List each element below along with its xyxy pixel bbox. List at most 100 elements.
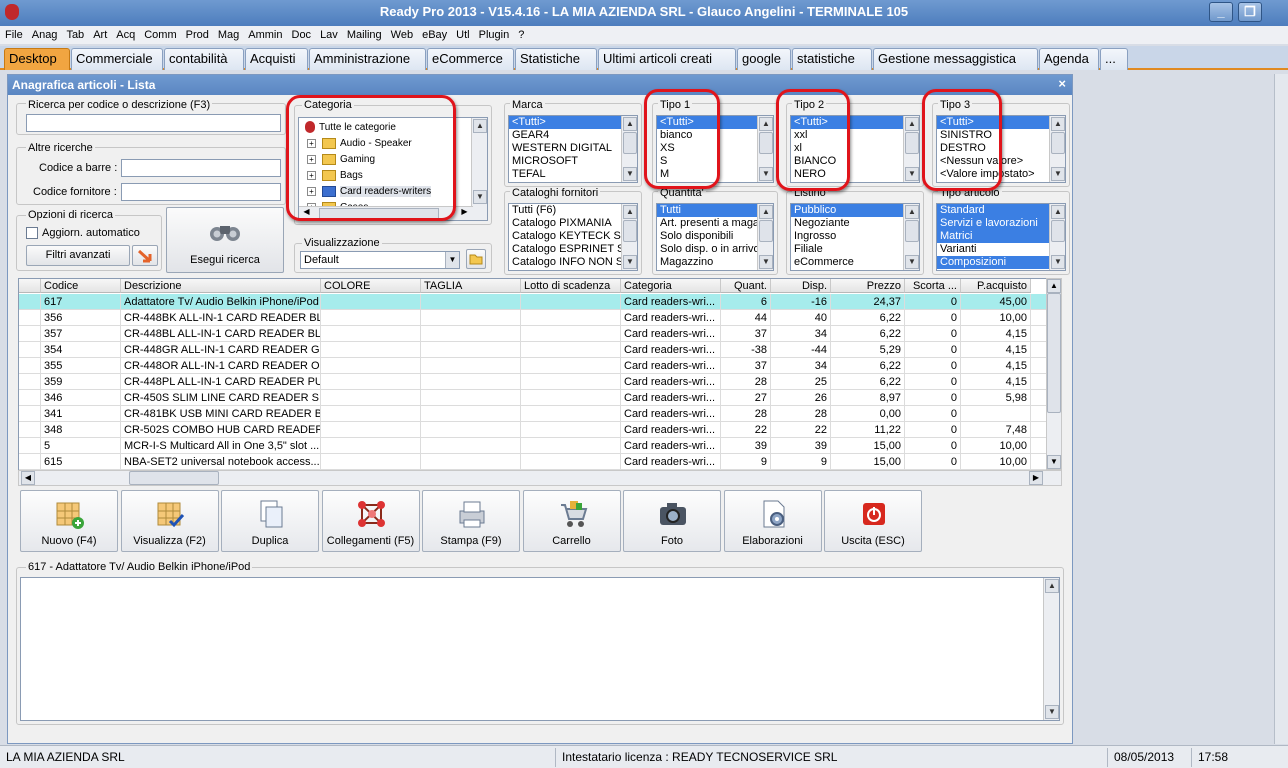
cataloghi-item[interactable]: Catalogo KEYTECK SRL [509,230,621,243]
table-cell[interactable]: 348 [41,422,121,438]
table-cell[interactable]: 6 [721,294,771,310]
table-cell[interactable]: 4,15 [961,342,1031,358]
table-cell[interactable]: Card readers-wri... [621,454,721,470]
table-cell[interactable]: 0 [905,294,961,310]
table-cell[interactable]: 6,22 [831,326,905,342]
scroll-up-icon[interactable]: ▲ [1045,579,1059,593]
tipo_articolo-item[interactable]: Standard [937,204,1049,217]
marca-item[interactable]: <Tutti> [509,116,621,129]
row-selector[interactable] [19,294,41,310]
menu-q[interactable]: ? [513,26,528,44]
tab-6[interactable]: Statistiche [515,48,597,70]
table-cell[interactable]: Card readers-wri... [621,438,721,454]
cataloghi-list[interactable]: Tutti (F6) Catalogo PIXMANIA Catalogo KEYT… [508,203,638,271]
cataloghi-item[interactable]: Catalogo INFO NON SC [509,256,621,269]
table-cell[interactable] [521,374,621,390]
scroll-up-icon[interactable]: ▲ [759,117,773,131]
table-cell[interactable]: 4,15 [961,358,1031,374]
table-cell[interactable]: 34 [771,326,831,342]
table-row[interactable]: 348 CR-502S COMBO HUB CARD READER ... Card… [19,422,1049,438]
menu-plugin[interactable]: Plugin [474,26,514,44]
table-cell[interactable]: 0 [905,326,961,342]
close-inner-window-button[interactable]: × [1058,76,1066,91]
table-cell[interactable] [521,390,621,406]
menu-lav[interactable]: Lav [315,26,342,44]
table-cell[interactable]: NBA-SET2 universal notebook access... [121,454,321,470]
table-cell[interactable]: 0 [905,310,961,326]
scroll-up-icon[interactable]: ▲ [759,205,773,219]
marca-item[interactable]: MICROSOFT [509,155,621,168]
tipo_articolo-item[interactable]: Servizi e lavorazioni [937,217,1049,230]
execute-search-button[interactable]: Esegui ricerca [166,207,284,273]
marca-item[interactable]: WESTERN DIGITAL [509,142,621,155]
table-cell[interactable]: 9 [771,454,831,470]
quantita-item[interactable]: Solo disp. o in arrivo [657,243,757,256]
vertical-scroll-thumb[interactable] [1051,220,1065,242]
vertical-scroll-thumb[interactable] [623,132,637,154]
horizontal-scroll-thumb[interactable] [129,471,219,485]
tab-10[interactable]: Gestione messaggistica [873,48,1038,70]
processing-button[interactable]: Elaborazioni [723,490,822,552]
vertical-scroll-thumb[interactable] [905,132,919,154]
barcode-input[interactable] [121,159,281,177]
table-cell[interactable]: 4,15 [961,326,1031,342]
vertical-scroll-thumb[interactable] [1051,132,1065,154]
table-cell[interactable]: 34 [771,358,831,374]
tab-9[interactable]: statistiche [792,48,872,70]
scroll-up-icon[interactable]: ▲ [473,119,487,133]
table-cell[interactable] [521,358,621,374]
row-selector[interactable] [19,358,41,374]
table-row[interactable]: 615 NBA-SET2 universal notebook access...… [19,454,1049,470]
listino-item[interactable]: eCommerce [791,256,903,269]
scroll-down-icon[interactable]: ▼ [1051,167,1065,181]
listino-scrollbar[interactable]: ▲ ▼ [903,204,919,270]
table-cell[interactable]: 22 [721,422,771,438]
table-cell[interactable]: 39 [721,438,771,454]
table-cell[interactable]: 6,22 [831,358,905,374]
menu-mag[interactable]: Mag [213,26,243,44]
quantita-item[interactable]: Tutti [657,204,757,217]
menu-acq[interactable]: Acq [111,26,139,44]
table-cell[interactable]: 354 [41,342,121,358]
table-cell[interactable] [321,374,421,390]
row-selector[interactable] [19,390,41,406]
table-cell[interactable] [321,310,421,326]
table-cell[interactable]: 6,22 [831,374,905,390]
folder-button[interactable] [466,249,486,269]
table-cell[interactable]: 7,48 [961,422,1031,438]
row-selector[interactable] [19,310,41,326]
scroll-down-icon[interactable]: ▼ [759,167,773,181]
supplier-code-input[interactable] [121,183,281,201]
table-cell[interactable]: CR-448OR ALL-IN-1 CARD READER O... [121,358,321,374]
scroll-up-icon[interactable]: ▲ [905,117,919,131]
vertical-scroll-thumb[interactable] [1047,293,1061,413]
filter-arrow-button[interactable] [132,245,158,266]
table-cell[interactable]: 0 [905,358,961,374]
table-cell[interactable]: 11,22 [831,422,905,438]
table-cell[interactable]: 25 [771,374,831,390]
tipo3-scrollbar[interactable]: ▲ ▼ [1049,116,1065,182]
column-header[interactable]: P.acquisto [961,279,1031,293]
vertical-scroll-thumb[interactable] [759,220,773,242]
table-cell[interactable]: 10,00 [961,310,1031,326]
column-header[interactable]: Descrizione [121,279,321,293]
table-cell[interactable]: 0 [905,342,961,358]
tab-5[interactable]: eCommerce [427,48,514,70]
table-cell[interactable]: 4,15 [961,374,1031,390]
table-cell[interactable]: -44 [771,342,831,358]
tab-7[interactable]: Ultimi articoli creati [598,48,736,70]
table-cell[interactable] [421,422,521,438]
table-row[interactable]: 355 CR-448OR ALL-IN-1 CARD READER O... Car… [19,358,1049,374]
menu-comm[interactable]: Comm [139,26,180,44]
table-cell[interactable]: 0 [905,438,961,454]
scroll-up-icon[interactable]: ▲ [1051,205,1065,219]
menu-utl[interactable]: Utl [451,26,473,44]
table-cell[interactable]: Card readers-wri... [621,342,721,358]
restore-button[interactable]: ❐ [1238,2,1262,22]
table-cell[interactable]: 0 [905,374,961,390]
table-cell[interactable] [321,342,421,358]
row-selector[interactable] [19,374,41,390]
table-row[interactable]: 617 Adattatore Tv/ Audio Belkin iPhone/iP… [19,294,1049,310]
listino-item[interactable]: Pubblico [791,204,903,217]
advanced-filters-button[interactable]: Filtri avanzati [26,245,130,266]
